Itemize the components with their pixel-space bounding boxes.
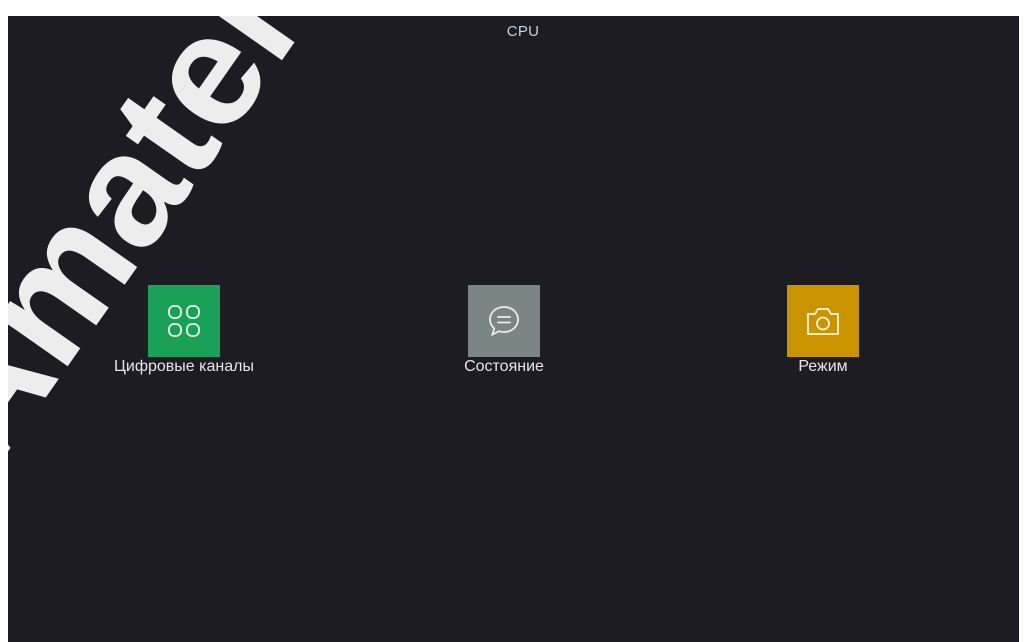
camera-icon	[805, 305, 841, 337]
digital-channels-label: Цифровые каналы	[114, 358, 254, 375]
page-title: CPU	[506, 23, 540, 40]
status-button[interactable]	[468, 285, 540, 357]
chat-bubble-icon	[487, 304, 521, 338]
mode-button[interactable]	[787, 285, 859, 357]
status-label: Состояние	[464, 358, 544, 375]
grid-icon	[167, 304, 201, 338]
digital-channels-button[interactable]	[148, 285, 220, 357]
app-frame: CPU Цифровые каналы Состояние Режим Amat…	[0, 0, 1025, 642]
mode-label: Режим	[798, 358, 848, 375]
